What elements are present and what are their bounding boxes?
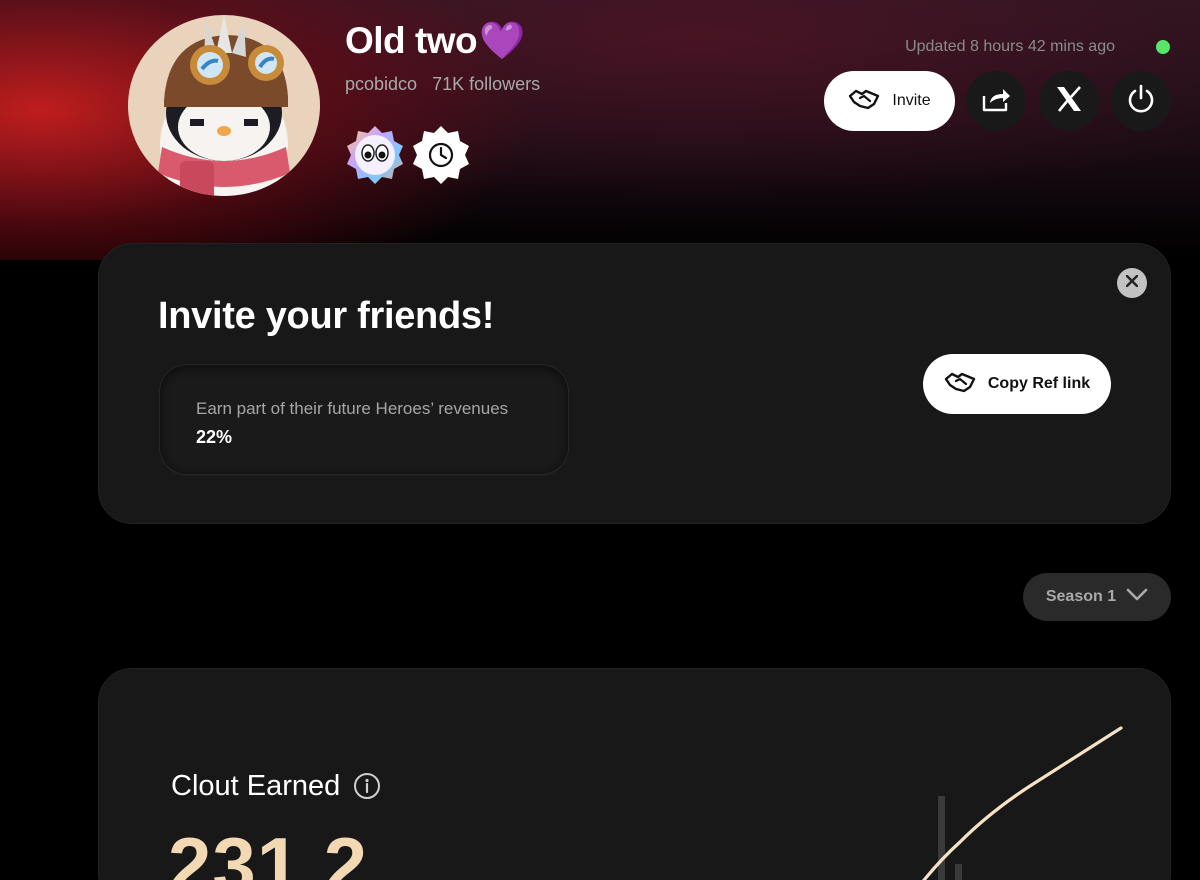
profile-name: Old two💜 [345,20,525,61]
invite-label: Invite [892,92,931,109]
close-icon [1125,274,1139,292]
earn-info-box [159,364,569,475]
earn-percentage: 22% [196,427,233,447]
invite-title: Invite your friends! [158,295,495,337]
close-invite-card-button[interactable] [1117,268,1147,298]
power-icon [1126,84,1156,119]
profile-meta: pcobidco 71K followers [345,74,540,95]
clout-sparkline [922,726,1123,880]
x-button[interactable] [1039,71,1099,131]
clout-title: Clout Earned [171,770,341,802]
avatar [128,15,320,196]
online-status-dot [1156,40,1170,54]
sparkline-bar [938,796,945,880]
clout-earned-value: 231.2 [168,821,369,880]
earn-label: Earn part of their future Heroes’ revenu… [196,399,509,418]
eyes-badge-icon[interactable] [344,124,406,186]
share-icon [981,86,1011,117]
sparkline-line [922,726,1123,880]
chevron-down-icon [1126,588,1148,607]
clock-badge-icon[interactable] [410,124,472,186]
handshake-icon [848,88,880,115]
season-selected-value: Season 1 [1045,588,1117,605]
copy-ref-link-label: Copy Ref link [987,375,1091,392]
invite-button[interactable]: Invite [824,71,955,131]
sparkline-bar [955,864,962,880]
follower-count: 71K followers [432,74,541,94]
season-dropdown[interactable]: Season 1 [1023,573,1171,621]
x-logo-icon [1055,85,1083,117]
logout-button[interactable] [1111,71,1171,131]
purple-heart-icon: 💜 [479,20,525,61]
handshake-icon [944,371,976,398]
last-updated-text: Updated 8 hours 42 mins ago [905,38,1115,55]
profile-handle: pcobidco [345,74,418,94]
share-button[interactable] [966,71,1026,131]
copy-ref-link-button[interactable]: Copy Ref link [923,354,1111,414]
info-icon[interactable] [353,772,381,800]
